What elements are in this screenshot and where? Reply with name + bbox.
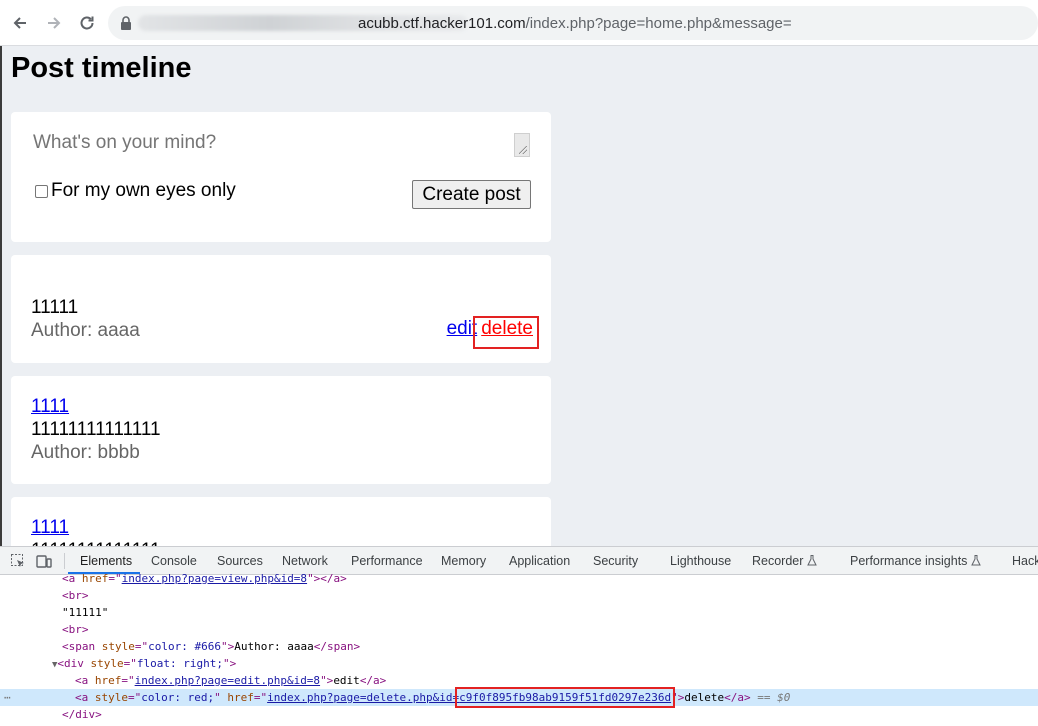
device-toolbar-icon[interactable] xyxy=(36,553,52,569)
post-composer: What's on your mind? For my own eyes onl… xyxy=(11,112,551,242)
reload-icon xyxy=(80,16,94,30)
private-checkbox[interactable] xyxy=(35,184,48,198)
post-title-link[interactable]: 1111 xyxy=(31,517,69,539)
tab-performance-insights[interactable]: Performance insights xyxy=(850,554,982,568)
browser-toolbar: acubb.ctf.hacker101.com/index.php?page=h… xyxy=(0,0,1038,46)
forward-button[interactable] xyxy=(43,12,65,34)
textarea-resize-handle[interactable] xyxy=(514,133,530,157)
dom-style-value: float: right; xyxy=(136,657,224,670)
dom-href-edit[interactable]: index.php?page=edit.php&id=8 xyxy=(135,674,320,687)
url-path: /index.php?page=home.php&message= xyxy=(525,15,792,32)
tab-elements[interactable]: Elements xyxy=(80,554,132,568)
lock-icon xyxy=(121,16,131,30)
delete-highlight-box xyxy=(473,316,539,349)
create-post-button[interactable]: Create post xyxy=(412,180,531,209)
tab-network[interactable]: Network xyxy=(282,554,328,568)
dom-line[interactable]: <a href="index.php?page=view.php&id=8"><… xyxy=(0,570,1038,587)
back-arrow-icon xyxy=(13,17,26,29)
post-author: Author: aaaa xyxy=(31,320,140,341)
dom-line[interactable]: </div> xyxy=(0,706,1038,723)
dom-line[interactable]: <br> xyxy=(0,587,1038,604)
dom-line[interactable]: ▼<div style="float: right;"> xyxy=(0,655,1038,672)
inspect-element-icon[interactable] xyxy=(10,553,26,569)
tab-recorder-label: Recorder xyxy=(752,554,804,568)
devtools-panel: Elements Console Sources Network Perform… xyxy=(0,546,1038,726)
dom-author-text: Author: aaaa xyxy=(234,640,314,653)
devtools-separator xyxy=(64,553,65,569)
dom-edit-text: edit xyxy=(333,674,360,687)
back-button[interactable] xyxy=(9,12,31,34)
dom-line[interactable]: "11111" xyxy=(0,604,1038,621)
post-card: 1111 11111111111111 xyxy=(11,497,551,546)
forward-arrow-icon xyxy=(48,17,61,29)
hash-highlight-box xyxy=(455,687,675,708)
address-bar[interactable]: acubb.ctf.hacker101.com/index.php?page=h… xyxy=(108,6,1038,40)
post-body: 11111111111111 xyxy=(31,419,161,440)
tab-lighthouse[interactable]: Lighthouse xyxy=(670,554,731,568)
dom-href-delete[interactable]: index.php?page=delete.php&id= xyxy=(267,691,459,704)
post-textarea[interactable]: What's on your mind? xyxy=(33,132,216,154)
reload-button[interactable] xyxy=(76,12,98,34)
dom-selected-marker: == $0 xyxy=(757,691,791,704)
dom-style-value: color: red; xyxy=(141,691,215,704)
tab-memory[interactable]: Memory xyxy=(441,554,486,568)
post-title-link[interactable]: 1111 xyxy=(31,396,69,418)
dom-href-view[interactable]: index.php?page=view.php&id=8 xyxy=(122,572,307,585)
post-card: 11111 Author: aaaa edit delete xyxy=(11,255,551,363)
tab-hackbar[interactable]: Hack xyxy=(1012,554,1038,568)
more-actions-icon[interactable]: ⋯ xyxy=(4,689,11,706)
tab-performance[interactable]: Performance xyxy=(351,554,423,568)
dom-text-node: "11111" xyxy=(62,606,109,619)
tab-performance-insights-label: Performance insights xyxy=(850,554,968,568)
post-author: Author: bbbb xyxy=(31,442,140,463)
url-host: acubb.ctf.hacker101.com xyxy=(358,15,526,32)
experiment-flask-icon xyxy=(971,555,982,566)
tab-console[interactable]: Console xyxy=(151,554,197,568)
dom-style-value: color: #666 xyxy=(148,640,221,653)
tab-application[interactable]: Application xyxy=(509,554,570,568)
elements-dom-tree: <a href="index.php?page=view.php&id=8"><… xyxy=(0,572,1038,726)
experiment-flask-icon xyxy=(807,555,818,566)
tab-sources[interactable]: Sources xyxy=(217,554,263,568)
private-checkbox-row[interactable]: For my own eyes only xyxy=(35,180,236,202)
private-checkbox-label: For my own eyes only xyxy=(51,180,236,201)
post-card: 1111 11111111111111 Author: bbbb xyxy=(11,376,551,484)
page-viewport: Post timeline What's on your mind? For m… xyxy=(0,46,1038,546)
page-title: Post timeline xyxy=(11,52,192,84)
dom-line[interactable]: <br> xyxy=(0,621,1038,638)
dom-line[interactable]: <span style="color: #666">Author: aaaa</… xyxy=(0,638,1038,655)
tab-recorder[interactable]: Recorder xyxy=(752,554,818,568)
post-body: 11111 xyxy=(31,297,79,318)
tab-security[interactable]: Security xyxy=(593,554,638,568)
dom-delete-text: delete xyxy=(684,691,725,704)
url-text: acubb.ctf.hacker101.com/index.php?page=h… xyxy=(358,15,792,32)
